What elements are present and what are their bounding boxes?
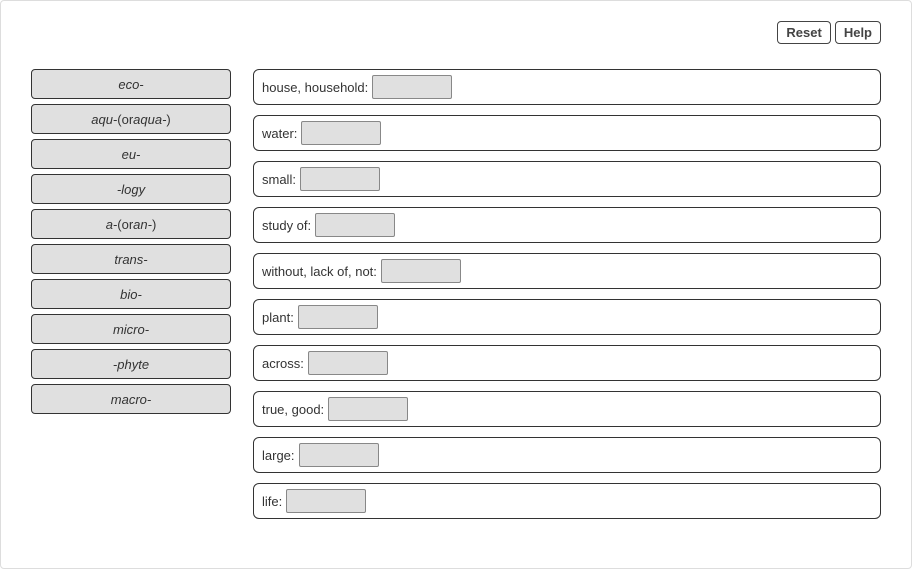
drop-slot[interactable] [286,489,366,513]
drop-row: water: [253,115,881,151]
drop-label: true, good: [262,402,324,417]
drop-row: small: [253,161,881,197]
drop-label: study of: [262,218,311,233]
drop-row: without, lack of, not: [253,253,881,289]
exercise-panel: Reset Help eco-aqu- (or aqua-) eu- -logy a-… [0,0,912,569]
drop-row: house, household: [253,69,881,105]
draggable-item[interactable]: micro- [31,314,231,344]
drop-slot[interactable] [298,305,378,329]
draggable-item[interactable]: aqu- (or aqua-) [31,104,231,134]
drop-row: plant: [253,299,881,335]
draggable-item[interactable]: -phyte [31,349,231,379]
drop-label: house, household: [262,80,368,95]
drop-label: across: [262,356,304,371]
drop-label: without, lack of, not: [262,264,377,279]
drop-slot[interactable] [328,397,408,421]
drop-label: plant: [262,310,294,325]
drop-row: across: [253,345,881,381]
drop-label: life: [262,494,282,509]
drop-label: water: [262,126,297,141]
draggable-item[interactable]: trans- [31,244,231,274]
reset-button[interactable]: Reset [777,21,830,44]
drop-label: small: [262,172,296,187]
draggable-item[interactable]: -logy [31,174,231,204]
drop-slot[interactable] [301,121,381,145]
drop-slot[interactable] [315,213,395,237]
target-column: house, household: water: small: study of: wi… [253,69,881,519]
draggable-item[interactable]: bio- [31,279,231,309]
drop-slot[interactable] [308,351,388,375]
drop-slot[interactable] [299,443,379,467]
help-button[interactable]: Help [835,21,881,44]
draggable-item[interactable]: macro- [31,384,231,414]
drop-row: study of: [253,207,881,243]
draggable-column: eco-aqu- (or aqua-) eu- -logy a- (or an-) tr… [31,69,231,519]
draggable-item[interactable]: a- (or an-) [31,209,231,239]
content-area: eco-aqu- (or aqua-) eu- -logy a- (or an-) tr… [31,69,881,519]
draggable-item[interactable]: eu- [31,139,231,169]
drop-slot[interactable] [300,167,380,191]
toolbar: Reset Help [777,21,881,44]
drop-row: true, good: [253,391,881,427]
drop-slot[interactable] [381,259,461,283]
drop-label: large: [262,448,295,463]
drop-row: life: [253,483,881,519]
drop-row: large: [253,437,881,473]
drop-slot[interactable] [372,75,452,99]
draggable-item[interactable]: eco- [31,69,231,99]
